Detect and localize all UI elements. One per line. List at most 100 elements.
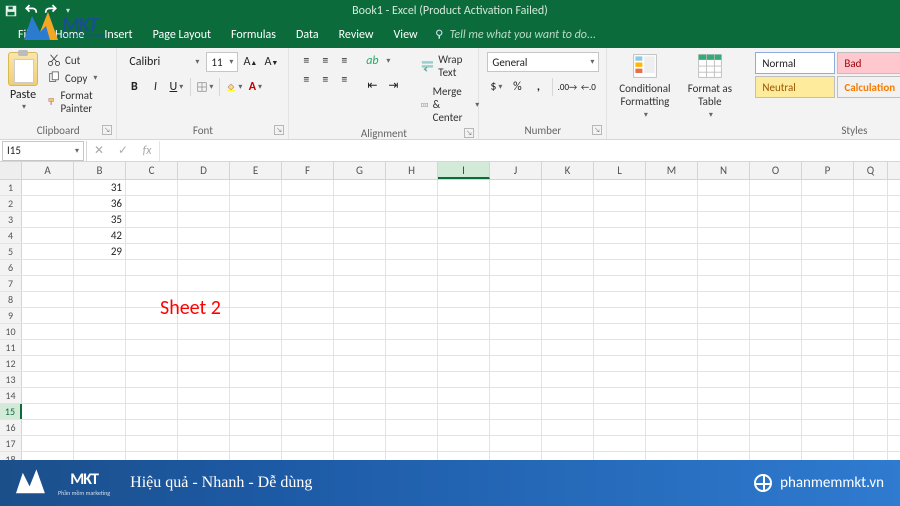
cell[interactable]: [646, 244, 698, 259]
col-header-A[interactable]: A: [22, 162, 74, 179]
cell[interactable]: [334, 212, 386, 227]
col-header-C[interactable]: C: [126, 162, 178, 179]
cell[interactable]: [594, 356, 646, 371]
cell[interactable]: [230, 276, 282, 291]
cell[interactable]: [542, 356, 594, 371]
col-header-D[interactable]: D: [178, 162, 230, 179]
name-box[interactable]: I15▾: [2, 141, 84, 161]
cell[interactable]: [282, 308, 334, 323]
tab-review[interactable]: Review: [329, 24, 384, 48]
cell[interactable]: [698, 180, 750, 195]
cell[interactable]: [126, 356, 178, 371]
tell-me[interactable]: Tell me what you want to do...: [434, 28, 596, 48]
dialog-launcher-icon[interactable]: ↘: [102, 125, 112, 135]
cell[interactable]: [438, 436, 490, 451]
cell[interactable]: [282, 228, 334, 243]
cell[interactable]: [594, 228, 646, 243]
cell[interactable]: [542, 404, 594, 419]
tab-insert[interactable]: Insert: [94, 24, 142, 48]
cell[interactable]: [750, 196, 802, 211]
row-header[interactable]: 4: [0, 228, 22, 243]
cell[interactable]: 29: [74, 244, 126, 259]
cell[interactable]: [542, 388, 594, 403]
decrease-font-icon[interactable]: A▼: [262, 53, 280, 71]
cell[interactable]: [490, 244, 542, 259]
cell[interactable]: [22, 292, 74, 307]
cell[interactable]: [698, 212, 750, 227]
cell[interactable]: [750, 404, 802, 419]
font-color-button[interactable]: A▾: [246, 78, 264, 96]
cell[interactable]: [698, 308, 750, 323]
cell[interactable]: [542, 372, 594, 387]
cell[interactable]: [490, 372, 542, 387]
cell[interactable]: [542, 340, 594, 355]
cell[interactable]: [22, 260, 74, 275]
cell[interactable]: [854, 436, 888, 451]
cell[interactable]: [750, 324, 802, 339]
cell[interactable]: [646, 308, 698, 323]
cell[interactable]: [178, 404, 230, 419]
cell[interactable]: [854, 324, 888, 339]
col-header-O[interactable]: O: [750, 162, 802, 179]
cell[interactable]: [386, 292, 438, 307]
cell[interactable]: [750, 260, 802, 275]
cell[interactable]: [282, 324, 334, 339]
style-normal[interactable]: Normal: [755, 52, 835, 74]
cell[interactable]: [386, 212, 438, 227]
decrease-indent-icon[interactable]: ⇤: [363, 76, 381, 94]
cell[interactable]: [802, 356, 854, 371]
cell[interactable]: [282, 404, 334, 419]
cell[interactable]: [750, 340, 802, 355]
cell[interactable]: 42: [74, 228, 126, 243]
cell[interactable]: [750, 180, 802, 195]
col-header-I[interactable]: I: [438, 162, 490, 179]
cell[interactable]: [230, 404, 282, 419]
cell[interactable]: [542, 180, 594, 195]
cell[interactable]: [230, 372, 282, 387]
cell[interactable]: [334, 260, 386, 275]
cell[interactable]: [282, 436, 334, 451]
cell[interactable]: [854, 276, 888, 291]
cell[interactable]: [594, 324, 646, 339]
fill-color-button[interactable]: ▾: [225, 78, 243, 96]
cell[interactable]: [698, 436, 750, 451]
cell[interactable]: [854, 388, 888, 403]
cell[interactable]: [750, 212, 802, 227]
cell[interactable]: [594, 372, 646, 387]
cell[interactable]: [646, 356, 698, 371]
cell[interactable]: [490, 180, 542, 195]
cell[interactable]: [22, 244, 74, 259]
cell[interactable]: [802, 292, 854, 307]
align-bottom-icon[interactable]: ≡: [335, 52, 353, 70]
formula-input[interactable]: [159, 141, 900, 161]
cell[interactable]: [334, 404, 386, 419]
cell[interactable]: [698, 340, 750, 355]
col-header-G[interactable]: G: [334, 162, 386, 179]
cell[interactable]: [386, 308, 438, 323]
align-middle-icon[interactable]: ≡: [316, 52, 334, 70]
percent-format-icon[interactable]: %: [508, 78, 526, 96]
cell[interactable]: [802, 196, 854, 211]
cell[interactable]: [490, 420, 542, 435]
cell[interactable]: [126, 276, 178, 291]
cell[interactable]: [22, 324, 74, 339]
dialog-launcher-icon[interactable]: ↘: [274, 125, 284, 135]
cell[interactable]: [386, 340, 438, 355]
cell[interactable]: [698, 420, 750, 435]
row-header[interactable]: 10: [0, 324, 22, 339]
cancel-formula-icon[interactable]: ✕: [87, 143, 111, 158]
cell[interactable]: [334, 420, 386, 435]
cell[interactable]: [698, 372, 750, 387]
cell[interactable]: [542, 276, 594, 291]
cell[interactable]: [594, 404, 646, 419]
cell[interactable]: [22, 436, 74, 451]
cell[interactable]: [74, 292, 126, 307]
cell[interactable]: [802, 260, 854, 275]
cell[interactable]: [74, 388, 126, 403]
col-header-E[interactable]: E: [230, 162, 282, 179]
row-header[interactable]: 13: [0, 372, 22, 387]
cell[interactable]: [282, 292, 334, 307]
cell[interactable]: [282, 212, 334, 227]
paste-button[interactable]: Paste▾: [8, 52, 38, 112]
cell[interactable]: [854, 228, 888, 243]
